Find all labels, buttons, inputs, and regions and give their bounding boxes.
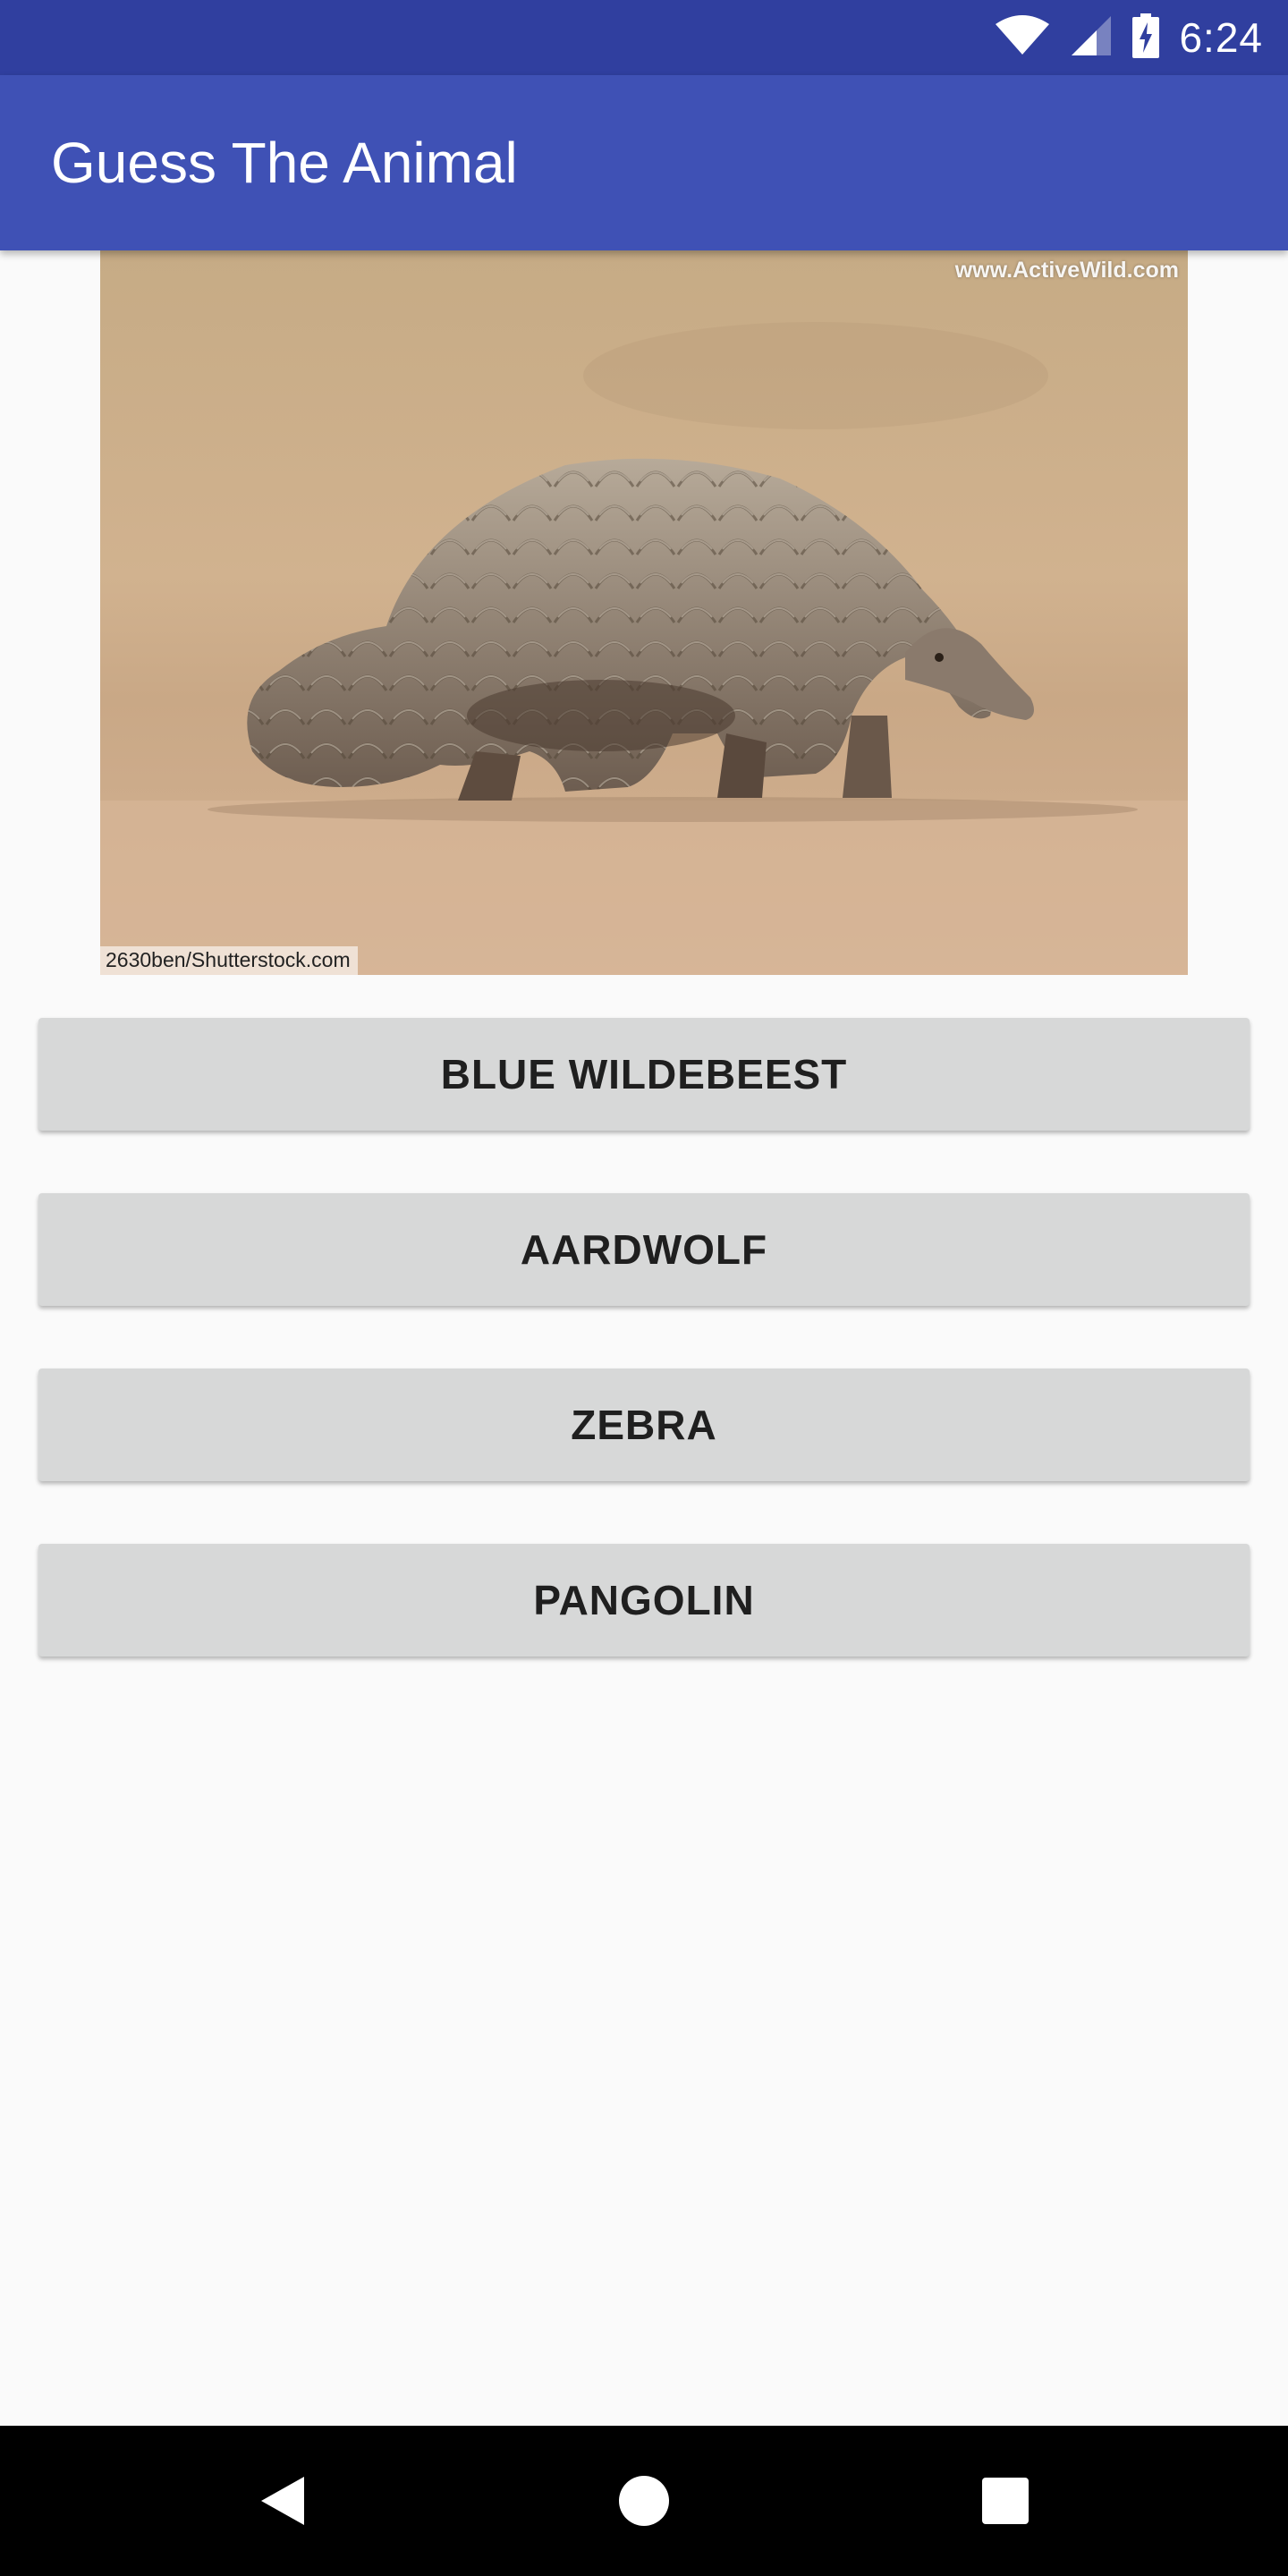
answer-button-3[interactable]: ZEBRA [38, 1368, 1250, 1481]
app-title: Guess The Animal [51, 131, 518, 195]
app-bar: Guess The Animal [0, 75, 1288, 250]
home-button[interactable] [572, 2426, 716, 2576]
battery-charging-icon [1132, 13, 1160, 63]
status-time: 6:24 [1179, 14, 1263, 61]
status-bar: 6:24 [0, 0, 1288, 75]
pangolin-illustration [100, 250, 1188, 975]
answer-button-4[interactable]: PANGOLIN [38, 1544, 1250, 1657]
navigation-bar [0, 2426, 1288, 2576]
wifi-icon [995, 14, 1050, 61]
answer-button-1[interactable]: BLUE WILDEBEEST [38, 1018, 1250, 1131]
back-button[interactable] [211, 2426, 354, 2576]
animal-photo: www.ActiveWild.com 2630ben/Shutterstock.… [100, 250, 1188, 975]
photo-watermark-top: www.ActiveWild.com [954, 258, 1179, 283]
home-icon [619, 2476, 669, 2526]
cell-signal-icon [1070, 14, 1113, 62]
recents-icon [982, 2478, 1029, 2524]
recents-button[interactable] [934, 2426, 1077, 2576]
photo-credit: 2630ben/Shutterstock.com [100, 946, 358, 975]
status-icons: 6:24 [995, 0, 1263, 75]
answer-button-2[interactable]: AARDWOLF [38, 1193, 1250, 1306]
back-icon [261, 2477, 304, 2525]
